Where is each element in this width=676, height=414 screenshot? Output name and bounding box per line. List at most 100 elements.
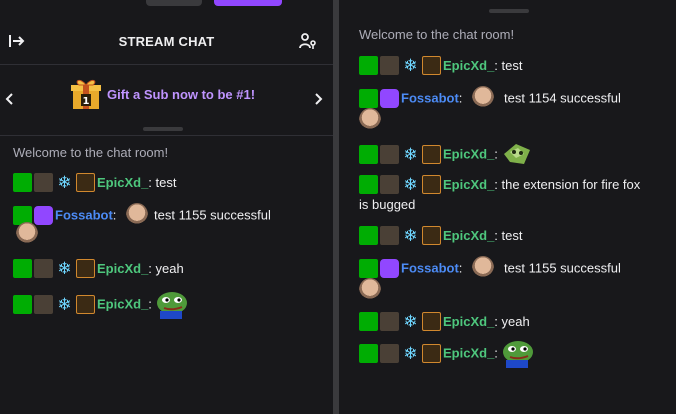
username[interactable]: EpicXd_ [97, 261, 148, 276]
face-emote-icon [359, 278, 381, 302]
subscriber-badge-icon[interactable] [422, 144, 441, 164]
username[interactable]: EpicXd_ [97, 297, 148, 312]
top-button-secondary[interactable] [146, 0, 202, 6]
chat-message: ❄ EpicXd_: [13, 289, 190, 319]
message-text: : the extension for fire fox [494, 177, 641, 193]
chat-log-right: Welcome to the chat room! [359, 25, 514, 44]
face-emote-icon [16, 222, 38, 246]
user-badge-icon[interactable] [34, 259, 53, 279]
moderator-badge-icon[interactable] [359, 343, 378, 363]
username[interactable]: Fossabot [55, 208, 113, 223]
moderator-badge-icon[interactable] [359, 226, 378, 246]
gift-sub-banner: 1 Gift a Sub now to be #1! [0, 65, 333, 136]
message-text: : [148, 296, 152, 312]
moderator-badge-icon[interactable] [359, 144, 378, 164]
message-text-continued: test 1155 successful [154, 207, 271, 223]
message-text-continued: test 1155 successful [504, 260, 621, 276]
snowflake-badge-icon[interactable]: ❄ [401, 312, 420, 331]
moderator-badge-icon[interactable] [13, 294, 32, 314]
resize-handle[interactable] [143, 127, 183, 131]
message-text: : yeah [494, 314, 530, 330]
moderator-badge-icon[interactable] [13, 259, 32, 279]
gift-sub-text[interactable]: Gift a Sub now to be #1! [107, 87, 255, 102]
username[interactable]: EpicXd_ [443, 228, 494, 243]
chat-title: STREAM CHAT [118, 34, 215, 49]
chat-message: ❄ EpicXd_: [359, 338, 536, 368]
username[interactable]: EpicXd_ [443, 346, 494, 361]
community-users-icon[interactable] [298, 31, 318, 51]
username[interactable]: EpicXd_ [443, 147, 494, 162]
face-emote-icon [359, 108, 381, 132]
snowflake-badge-icon[interactable]: ❄ [401, 175, 420, 194]
verified-bot-badge-icon[interactable] [34, 205, 53, 225]
chat-message: ❄ EpicXd_: yeah [13, 258, 184, 279]
chevron-left-icon[interactable] [4, 92, 16, 106]
pepe-emote-icon [156, 292, 187, 319]
message-text: : test [148, 175, 177, 191]
verified-bot-badge-icon[interactable] [380, 258, 399, 278]
pepe-emote-icon [502, 341, 533, 368]
moderator-badge-icon[interactable] [359, 88, 378, 108]
user-badge-icon[interactable] [380, 312, 399, 332]
chat-log-left: Welcome to the chat room! [13, 143, 168, 162]
chat-message: Fossabot: test 1155 successful [13, 203, 271, 227]
chat-message: ❄ EpicXd_: yeah [359, 311, 530, 332]
moderator-badge-icon[interactable] [13, 173, 32, 193]
top-button-primary[interactable] [214, 0, 282, 6]
svg-text:1: 1 [83, 96, 90, 107]
chat-message: ❄ EpicXd_: [359, 142, 532, 166]
snowflake-badge-icon[interactable]: ❄ [55, 259, 74, 278]
frog-emote-icon [503, 144, 530, 164]
username[interactable]: EpicXd_ [443, 58, 494, 73]
moderator-badge-icon[interactable] [359, 56, 378, 76]
snowflake-badge-icon[interactable]: ❄ [55, 295, 74, 314]
chat-message: Fossabot: test 1154 successful [359, 86, 621, 110]
message-text: : [494, 345, 498, 361]
moderator-badge-icon[interactable] [359, 312, 378, 332]
message-text: : test [494, 228, 523, 244]
moderator-badge-icon[interactable] [359, 258, 378, 278]
resize-handle[interactable] [489, 9, 529, 13]
snowflake-badge-icon[interactable]: ❄ [401, 145, 420, 164]
message-text: : [112, 207, 117, 223]
message-text: : [458, 260, 463, 276]
moderator-badge-icon[interactable] [359, 175, 378, 195]
subscriber-badge-icon[interactable] [76, 294, 95, 314]
welcome-message: Welcome to the chat room! [13, 145, 169, 160]
chat-message: ❄ EpicXd_: test [359, 225, 523, 246]
chat-pane-right: Welcome to the chat room! ❄ EpicXd_: test… [339, 0, 676, 414]
message-text-wrapped: is bugged [359, 197, 416, 212]
subscriber-badge-icon[interactable] [422, 56, 441, 76]
message-text: : [494, 146, 498, 162]
user-badge-icon[interactable] [380, 144, 399, 164]
chat-message: Fossabot: test 1155 successful [359, 256, 621, 280]
snowflake-badge-icon[interactable]: ❄ [55, 173, 74, 192]
subscriber-badge-icon[interactable] [422, 226, 441, 246]
user-badge-icon[interactable] [380, 343, 399, 363]
user-badge-icon[interactable] [380, 226, 399, 246]
chevron-right-icon[interactable] [312, 92, 324, 106]
subscriber-badge-icon[interactable] [422, 312, 441, 332]
username[interactable]: EpicXd_ [443, 314, 494, 329]
user-badge-icon[interactable] [380, 56, 399, 76]
subscriber-badge-icon[interactable] [422, 343, 441, 363]
subscriber-badge-icon[interactable] [422, 175, 441, 195]
gift-box-icon: 1 [71, 79, 101, 109]
user-badge-icon[interactable] [34, 173, 53, 193]
username[interactable]: Fossabot [401, 91, 459, 106]
subscriber-badge-icon[interactable] [76, 173, 95, 193]
snowflake-badge-icon[interactable]: ❄ [401, 226, 420, 245]
username[interactable]: EpicXd_ [97, 175, 148, 190]
username[interactable]: Fossabot [401, 261, 459, 276]
user-badge-icon[interactable] [34, 294, 53, 314]
face-emote-icon [126, 203, 149, 227]
face-emote-icon [472, 256, 495, 280]
snowflake-badge-icon[interactable]: ❄ [401, 344, 420, 363]
snowflake-badge-icon[interactable]: ❄ [401, 56, 420, 75]
subscriber-badge-icon[interactable] [76, 259, 95, 279]
chat-message: ❄ EpicXd_: test [13, 172, 177, 193]
user-badge-icon[interactable] [380, 175, 399, 195]
message-text: : yeah [148, 261, 184, 277]
verified-bot-badge-icon[interactable] [380, 88, 399, 108]
username[interactable]: EpicXd_ [443, 177, 494, 192]
